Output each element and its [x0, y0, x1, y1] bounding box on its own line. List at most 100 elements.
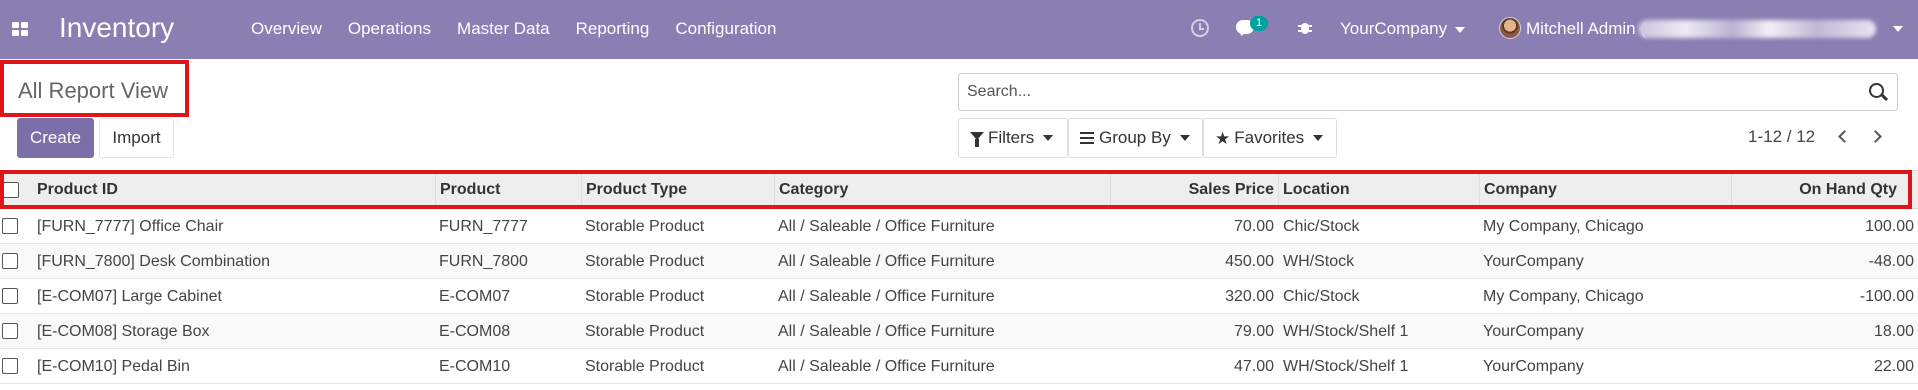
column-header-category[interactable]: Category	[774, 171, 1110, 209]
cell-product: FURN_7800	[439, 253, 528, 270]
cell-location: WH/Stock/Shelf 1	[1283, 358, 1409, 375]
filters-button[interactable]: Filters	[958, 118, 1068, 158]
user-avatar[interactable]	[1499, 17, 1521, 39]
favorites-button[interactable]: ★ Favorites	[1203, 118, 1337, 158]
user-menu[interactable]: Mitchell Admin (	[1526, 19, 1646, 39]
search-bar[interactable]	[958, 73, 1898, 111]
column-header-product[interactable]: Product	[435, 171, 581, 209]
company-label: YourCompany	[1340, 19, 1448, 38]
column-header-location[interactable]: Location	[1278, 171, 1479, 209]
app-brand[interactable]: Inventory	[59, 12, 174, 44]
cell-category: All / Saleable / Office Furniture	[778, 218, 995, 235]
select-all-checkbox[interactable]	[3, 182, 19, 198]
page-title: All Report View	[18, 78, 168, 103]
menu-master-data[interactable]: Master Data	[457, 19, 550, 39]
cell-sales-price: 47.00	[1233, 358, 1274, 375]
cell-company: YourCompany	[1483, 253, 1584, 270]
chevron-down-icon	[1313, 135, 1324, 141]
table-row[interactable]: [E-COM08] Storage Box E-COM08 Storable P…	[0, 314, 1918, 349]
cell-product: E-COM08	[439, 323, 511, 340]
row-checkbox[interactable]	[2, 253, 18, 269]
cell-product-type: Storable Product	[585, 323, 705, 340]
row-checkbox[interactable]	[2, 358, 18, 374]
table-row[interactable]: [FURN_7800] Desk Combination FURN_7800 S…	[0, 244, 1918, 279]
chevron-down-icon	[1455, 26, 1466, 33]
cell-location: WH/Stock/Shelf 1	[1283, 323, 1409, 340]
cell-category: All / Saleable / Office Furniture	[778, 288, 995, 305]
column-header-sales-price[interactable]: Sales Price	[1110, 171, 1278, 209]
search-input[interactable]	[967, 82, 1827, 102]
pager-value[interactable]: 1-12 / 12	[1748, 127, 1815, 147]
chevron-left-icon	[1838, 130, 1851, 143]
star-icon: ★	[1215, 128, 1231, 148]
cell-product-type: Storable Product	[585, 253, 705, 270]
group-by-button[interactable]: Group By	[1068, 118, 1203, 158]
cell-product-id: [E-COM07] Large Cabinet	[37, 288, 222, 305]
search-icon[interactable]	[1869, 83, 1889, 102]
cell-company: My Company, Chicago	[1483, 218, 1644, 235]
row-checkbox[interactable]	[2, 218, 18, 234]
filters-label: Filters	[988, 128, 1035, 147]
column-header-product-type[interactable]: Product Type	[581, 171, 774, 209]
table-row[interactable]: [E-COM10] Pedal Bin E-COM10 Storable Pro…	[0, 349, 1918, 384]
user-chevron-down-icon[interactable]	[1893, 26, 1903, 32]
cell-company: My Company, Chicago	[1483, 288, 1644, 305]
cell-product: E-COM10	[439, 358, 511, 375]
column-header-product-id[interactable]: Product ID	[33, 171, 435, 209]
redacted-user-text	[1638, 20, 1876, 38]
group-by-label: Group By	[1099, 128, 1171, 147]
apps-menu-icon[interactable]	[12, 22, 28, 36]
cell-on-hand-qty: -100.00	[1859, 288, 1914, 305]
cell-category: All / Saleable / Office Furniture	[778, 358, 995, 375]
menu-reporting[interactable]: Reporting	[576, 19, 650, 39]
cell-category: All / Saleable / Office Furniture	[778, 323, 995, 340]
cell-on-hand-qty: 100.00	[1865, 218, 1914, 235]
table-header: Product ID Product Product Type Category…	[0, 170, 1918, 209]
cell-product: E-COM07	[439, 288, 511, 305]
company-switcher[interactable]: YourCompany	[1340, 19, 1466, 39]
chevron-down-icon	[1043, 135, 1054, 141]
column-header-on-hand-qty[interactable]: On Hand Qty	[1731, 171, 1901, 209]
menu-configuration[interactable]: Configuration	[675, 19, 776, 39]
chevron-down-icon	[1179, 135, 1190, 141]
chat-count-badge: 1	[1250, 16, 1268, 31]
main-menu: Overview Operations Master Data Reportin…	[251, 19, 802, 39]
create-button[interactable]: Create	[17, 118, 94, 158]
cell-sales-price: 70.00	[1233, 218, 1274, 235]
debug-bug-icon[interactable]	[1298, 20, 1312, 36]
cell-product-id: [FURN_7777] Office Chair	[37, 218, 224, 235]
cell-location: WH/Stock	[1283, 253, 1355, 270]
table-row[interactable]: [FURN_7777] Office Chair FURN_7777 Stora…	[0, 209, 1918, 244]
cell-on-hand-qty: 22.00	[1873, 358, 1914, 375]
activity-clock-icon[interactable]	[1191, 19, 1209, 37]
cell-sales-price: 450.00	[1225, 253, 1274, 270]
cell-product-type: Storable Product	[585, 218, 705, 235]
cell-sales-price: 79.00	[1233, 323, 1274, 340]
list-icon	[1080, 132, 1094, 144]
import-button[interactable]: Import	[99, 118, 174, 158]
cell-product: FURN_7777	[439, 218, 528, 235]
cell-product-type: Storable Product	[585, 288, 705, 305]
cell-on-hand-qty: -48.00	[1868, 253, 1914, 270]
row-checkbox[interactable]	[2, 288, 18, 304]
cell-location: Chic/Stock	[1283, 218, 1360, 235]
table-row[interactable]: [E-COM07] Large Cabinet E-COM07 Storable…	[0, 279, 1918, 314]
cell-category: All / Saleable / Office Furniture	[778, 253, 995, 270]
cell-company: YourCompany	[1483, 323, 1584, 340]
pager-next-button[interactable]	[1869, 128, 1884, 146]
menu-operations[interactable]: Operations	[348, 19, 431, 39]
cell-on-hand-qty: 18.00	[1873, 323, 1914, 340]
pager-previous-button[interactable]	[1836, 128, 1851, 146]
cell-product-id: [E-COM10] Pedal Bin	[37, 358, 190, 375]
chevron-right-icon	[1869, 130, 1882, 143]
row-checkbox[interactable]	[2, 323, 18, 339]
cell-sales-price: 320.00	[1225, 288, 1274, 305]
column-header-company[interactable]: Company	[1479, 171, 1731, 209]
favorites-label: Favorites	[1234, 128, 1305, 147]
menu-overview[interactable]: Overview	[251, 19, 322, 39]
top-navbar: Inventory Overview Operations Master Dat…	[0, 0, 1918, 59]
cell-location: Chic/Stock	[1283, 288, 1360, 305]
filter-icon	[970, 132, 984, 147]
cell-product-id: [FURN_7800] Desk Combination	[37, 253, 270, 270]
cell-company: YourCompany	[1483, 358, 1584, 375]
